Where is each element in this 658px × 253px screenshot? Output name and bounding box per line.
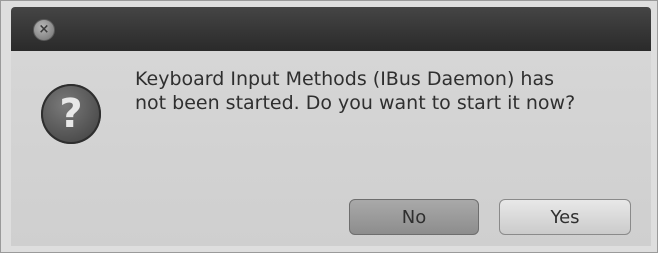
message-line-1: Keyboard Input Methods (IBus Daemon) has: [135, 68, 554, 90]
no-button[interactable]: No: [349, 199, 479, 235]
title-bar[interactable]: ×: [11, 7, 651, 51]
ibus-start-dialog: × ? Keyboard Input Methods (IBus Daemon)…: [0, 0, 658, 253]
dialog-body: ? Keyboard Input Methods (IBus Daemon) h…: [11, 51, 651, 246]
question-icon: ?: [41, 84, 101, 144]
yes-button[interactable]: Yes: [499, 199, 631, 235]
close-icon[interactable]: ×: [33, 19, 55, 41]
dialog-message: Keyboard Input Methods (IBus Daemon) has…: [135, 67, 635, 115]
message-line-2: not been started. Do you want to start i…: [135, 92, 576, 114]
